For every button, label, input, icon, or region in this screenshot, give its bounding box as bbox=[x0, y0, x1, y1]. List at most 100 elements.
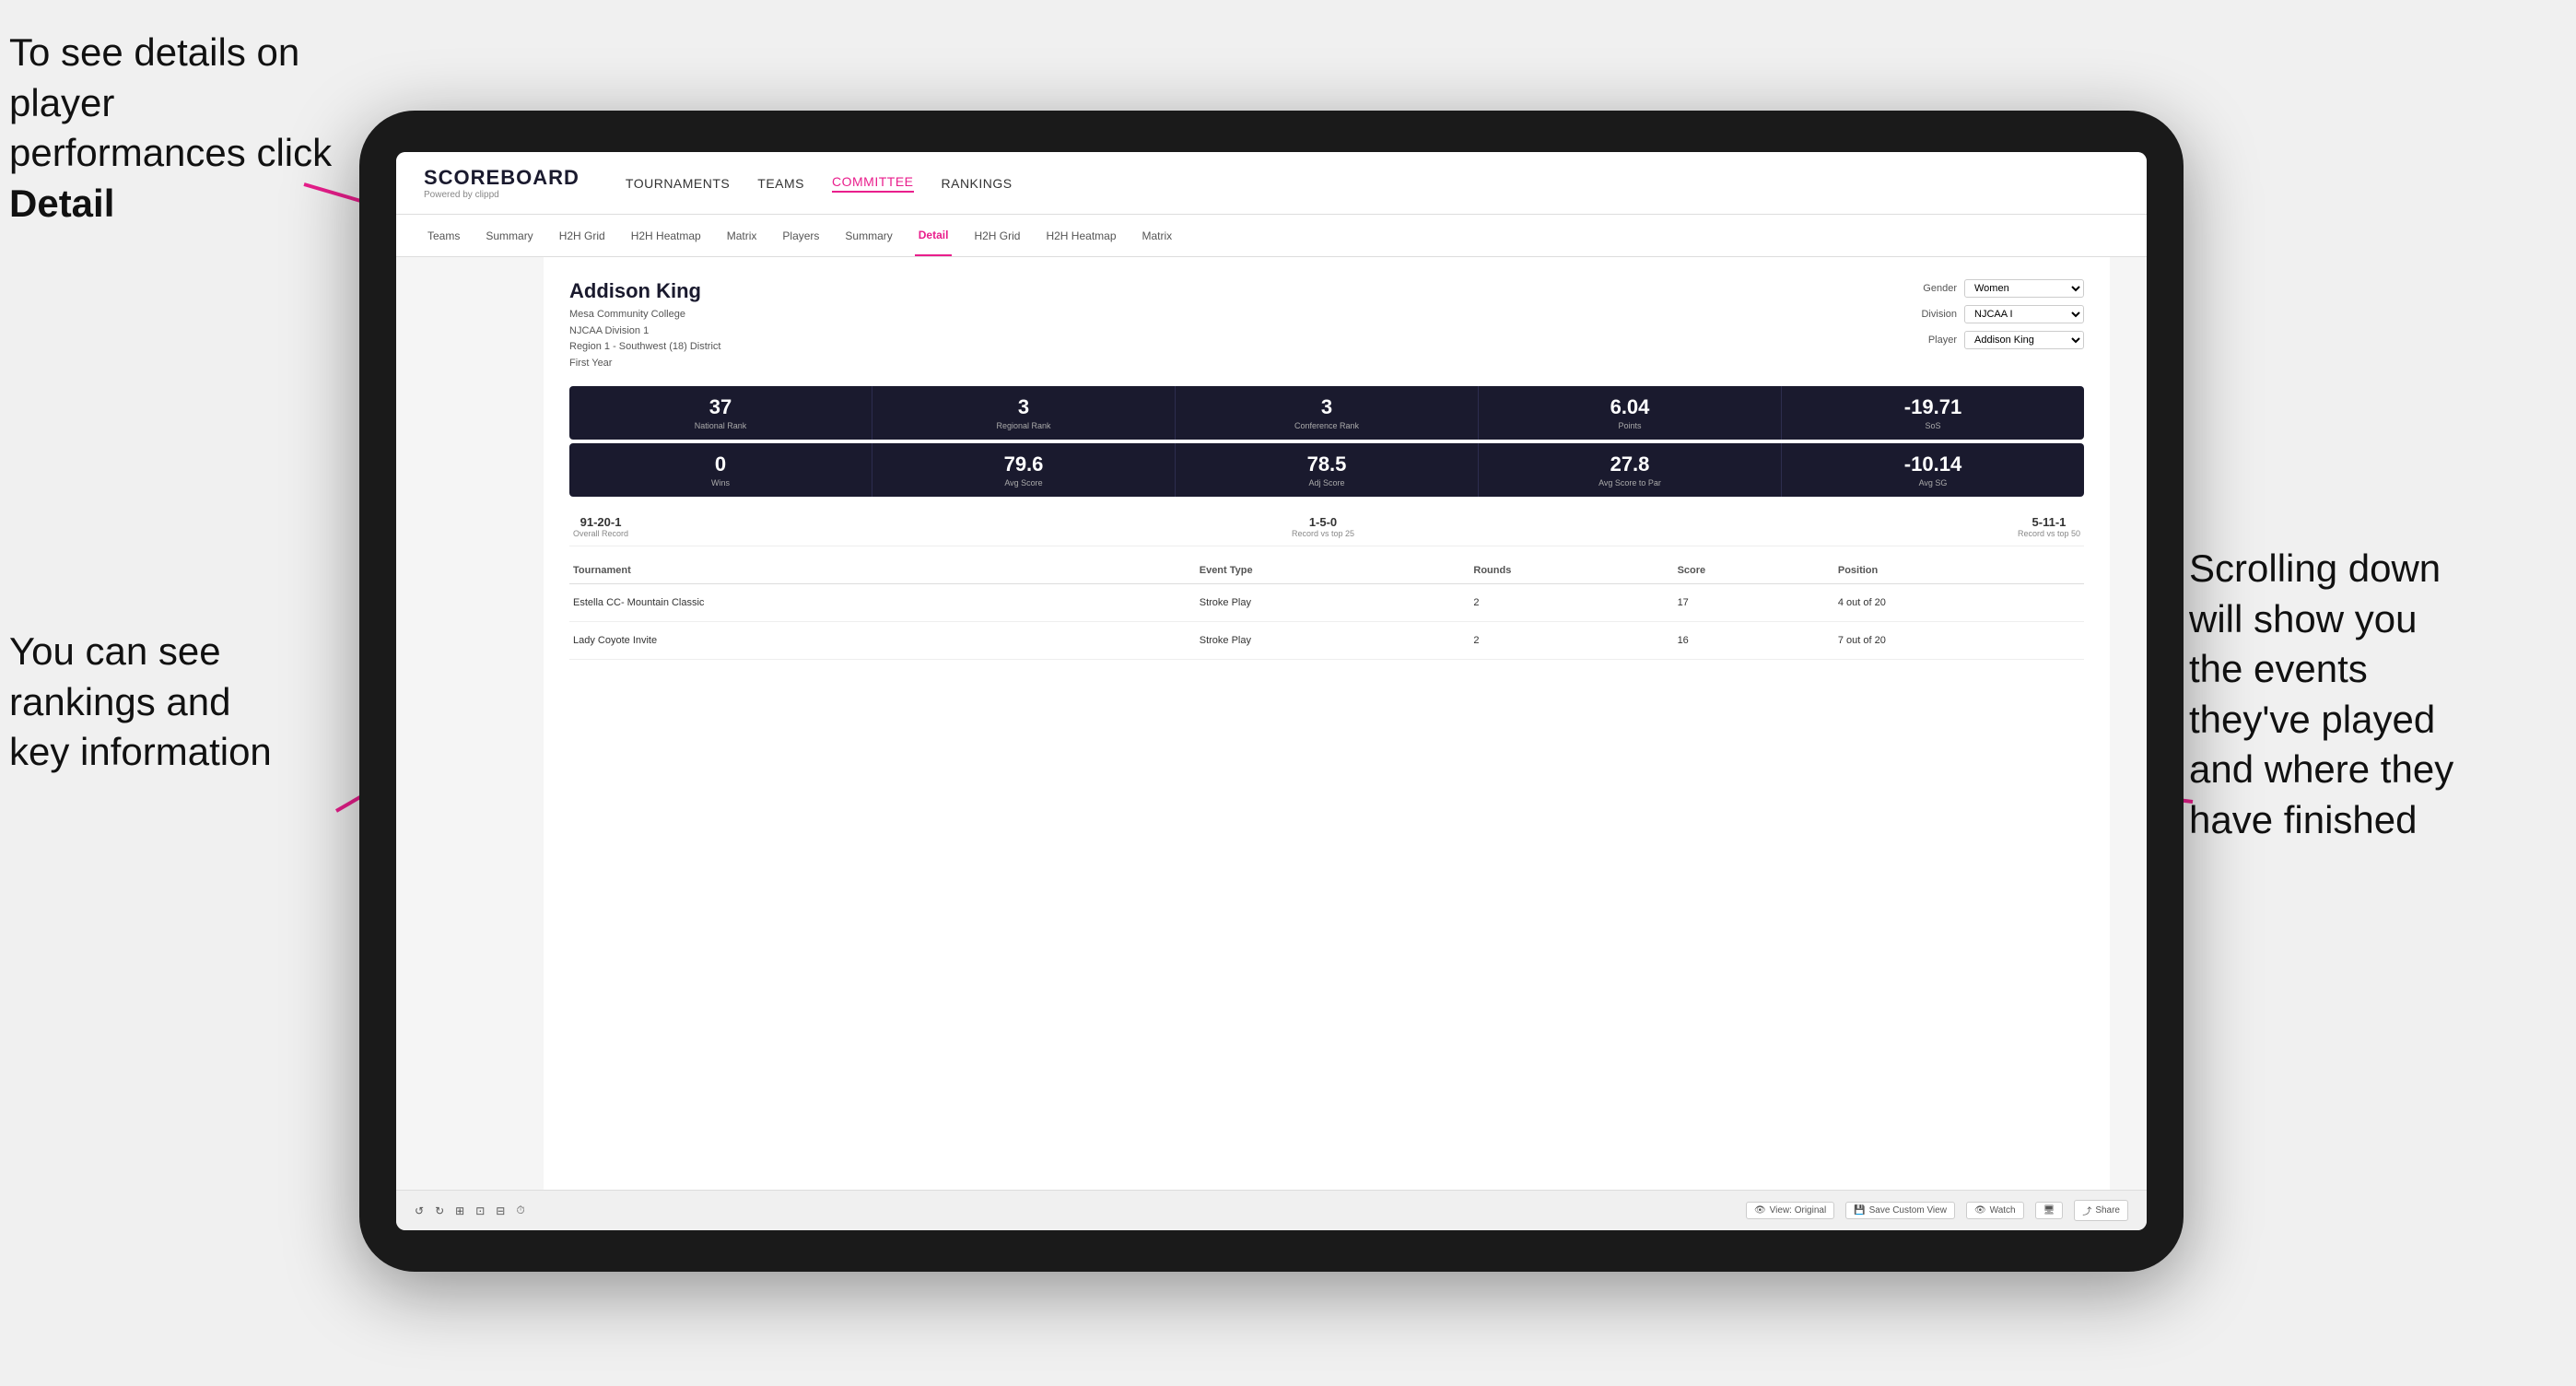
stat-cell-national-rank: 37National Rank bbox=[569, 386, 872, 440]
annotation-bl-2: rankings and bbox=[9, 680, 231, 723]
right-panel bbox=[2110, 257, 2147, 1190]
cell-score: 17 bbox=[1674, 584, 1834, 622]
stat-cell-adj-score: 78.5Adj Score bbox=[1176, 443, 1479, 497]
col-tournament: Tournament bbox=[569, 558, 1196, 584]
player-year: First Year bbox=[569, 356, 720, 372]
player-info: Addison King Mesa Community College NJCA… bbox=[569, 279, 720, 371]
annotation-bottom-left: You can see rankings and key information bbox=[9, 627, 359, 778]
records-row: 91-20-1Overall Record1-5-0Record vs top … bbox=[569, 508, 2084, 546]
tab-summary[interactable]: Summary bbox=[482, 215, 536, 256]
stat-cell-wins: 0Wins bbox=[569, 443, 872, 497]
tablet-frame: SCOREBOARD Powered by clippd TOURNAMENTS… bbox=[359, 111, 2184, 1272]
cell-tournament: Estella CC- Mountain Classic bbox=[569, 584, 1196, 622]
tab-h2h-grid[interactable]: H2H Grid bbox=[556, 215, 609, 256]
scoreboard-logo: SCOREBOARD Powered by clippd bbox=[424, 166, 580, 200]
stat-cell-conference-rank: 3Conference Rank bbox=[1176, 386, 1479, 440]
stat-cell-regional-rank: 3Regional Rank bbox=[872, 386, 1176, 440]
annotation-r-1: Scrolling down bbox=[2189, 546, 2441, 590]
tab-matrix2[interactable]: Matrix bbox=[1139, 215, 1177, 256]
cell-event-type: Stroke Play bbox=[1196, 584, 1470, 622]
stat-cell-points: 6.04Points bbox=[1479, 386, 1782, 440]
share-icon: ⤴ bbox=[2082, 1204, 2091, 1217]
undo-icon[interactable]: ↺ bbox=[415, 1204, 424, 1217]
annotation-r-5: and where they bbox=[2189, 747, 2453, 791]
annotation-right: Scrolling down will show you the events … bbox=[2189, 544, 2558, 846]
tab-teams[interactable]: Teams bbox=[424, 215, 463, 256]
tool3-icon[interactable]: ⊟ bbox=[496, 1204, 505, 1217]
left-panel bbox=[396, 257, 544, 1190]
annotation-r-6: have finished bbox=[2189, 798, 2418, 841]
annotation-r-3: the events bbox=[2189, 647, 2368, 690]
player-name: Addison King bbox=[569, 279, 720, 303]
stat-cell-sos: -19.71SoS bbox=[1782, 386, 2084, 440]
record-record-vs-top-25: 1-5-0Record vs top 25 bbox=[1292, 515, 1354, 538]
annotation-top-left: To see details on player performances cl… bbox=[9, 28, 359, 229]
tab-h2h-heatmap2[interactable]: H2H Heatmap bbox=[1042, 215, 1119, 256]
annotation-bl-1: You can see bbox=[9, 629, 221, 673]
gender-select[interactable]: Women bbox=[1964, 279, 2084, 298]
tablet-screen: SCOREBOARD Powered by clippd TOURNAMENTS… bbox=[396, 152, 2147, 1230]
division-select[interactable]: NJCAA I bbox=[1964, 305, 2084, 323]
player-controls: Gender Women Division NJCAA I bbox=[1906, 279, 2084, 349]
record-record-vs-top-50: 5-11-1Record vs top 50 bbox=[2018, 515, 2080, 538]
sub-nav: Teams Summary H2H Grid H2H Heatmap Matri… bbox=[396, 215, 2147, 257]
nav-tournaments[interactable]: TOURNAMENTS bbox=[626, 176, 730, 191]
annotation-r-4: they've played bbox=[2189, 698, 2435, 741]
view-original-button[interactable]: 👁 View: Original bbox=[1746, 1202, 1834, 1219]
stat-cell-avg-sg: -10.14Avg SG bbox=[1782, 443, 2084, 497]
player-control: Player Addison King bbox=[1906, 331, 2084, 349]
tab-summary2[interactable]: Summary bbox=[841, 215, 896, 256]
share-label: Share bbox=[2095, 1205, 2120, 1216]
player-select[interactable]: Addison King bbox=[1964, 331, 2084, 349]
logo-main: SCOREBOARD bbox=[424, 166, 580, 190]
watch-icon: 👁 bbox=[1974, 1205, 1986, 1216]
share-button[interactable]: ⤴ Share bbox=[2074, 1200, 2128, 1221]
save-custom-view-button[interactable]: 💾 Save Custom View bbox=[1845, 1202, 1955, 1219]
player-region: Region 1 - Southwest (18) District bbox=[569, 339, 720, 356]
gender-control: Gender Women bbox=[1906, 279, 2084, 298]
cell-position: 4 out of 20 bbox=[1834, 584, 2084, 622]
tab-detail[interactable]: Detail bbox=[915, 215, 953, 256]
nav-rankings[interactable]: RANKINGS bbox=[942, 176, 1013, 191]
col-position: Position bbox=[1834, 558, 2084, 584]
player-label: Player bbox=[1906, 335, 1957, 346]
gender-label: Gender bbox=[1906, 283, 1957, 294]
save-icon: 💾 bbox=[1854, 1205, 1865, 1216]
stats-row2: 0Wins79.6Avg Score78.5Adj Score27.8Avg S… bbox=[569, 443, 2084, 497]
content-area: Addison King Mesa Community College NJCA… bbox=[396, 257, 2147, 1190]
eye-icon: 👁 bbox=[1754, 1205, 1766, 1216]
player-school: Mesa Community College bbox=[569, 307, 720, 323]
player-header: Addison King Mesa Community College NJCA… bbox=[569, 279, 2084, 371]
table-row: Lady Coyote Invite Stroke Play 2 16 7 ou… bbox=[569, 622, 2084, 660]
watch-button[interactable]: 👁 Watch bbox=[1966, 1202, 2024, 1219]
division-control: Division NJCAA I bbox=[1906, 305, 2084, 323]
cell-score: 16 bbox=[1674, 622, 1834, 660]
app-header: SCOREBOARD Powered by clippd TOURNAMENTS… bbox=[396, 152, 2147, 215]
tool1-icon[interactable]: ⊞ bbox=[455, 1204, 464, 1217]
bottom-toolbar: ↺ ↻ ⊞ ⊡ ⊟ ⏱ 👁 View: Original 💾 Save Cust… bbox=[396, 1190, 2147, 1230]
tournament-table: Tournament Event Type Rounds Score Posit… bbox=[569, 558, 2084, 660]
col-score: Score bbox=[1674, 558, 1834, 584]
stat-cell-avg-score-to-par: 27.8Avg Score to Par bbox=[1479, 443, 1782, 497]
tab-h2h-grid2[interactable]: H2H Grid bbox=[970, 215, 1024, 256]
cell-rounds: 2 bbox=[1469, 622, 1673, 660]
screen-icon-button[interactable]: 🖥 bbox=[2035, 1202, 2064, 1219]
col-event-type: Event Type bbox=[1196, 558, 1470, 584]
stat-cell-avg-score: 79.6Avg Score bbox=[872, 443, 1176, 497]
nav-teams[interactable]: TEAMS bbox=[757, 176, 804, 191]
tab-players[interactable]: Players bbox=[779, 215, 823, 256]
main-nav: TOURNAMENTS TEAMS COMMITTEE RANKINGS bbox=[626, 174, 1013, 193]
tab-h2h-heatmap[interactable]: H2H Heatmap bbox=[627, 215, 705, 256]
clock-icon[interactable]: ⏱ bbox=[516, 1204, 524, 1217]
table-row: Estella CC- Mountain Classic Stroke Play… bbox=[569, 584, 2084, 622]
cell-rounds: 2 bbox=[1469, 584, 1673, 622]
tab-matrix[interactable]: Matrix bbox=[723, 215, 761, 256]
tool2-icon[interactable]: ⊡ bbox=[475, 1204, 485, 1217]
cell-event-type: Stroke Play bbox=[1196, 622, 1470, 660]
logo-sub: Powered by clippd bbox=[424, 190, 580, 200]
watch-label: Watch bbox=[1990, 1205, 2016, 1216]
nav-committee[interactable]: COMMITTEE bbox=[832, 174, 914, 193]
annotation-bl-3: key information bbox=[9, 730, 272, 773]
redo-icon[interactable]: ↻ bbox=[435, 1204, 444, 1217]
annotation-r-2: will show you bbox=[2189, 597, 2417, 640]
